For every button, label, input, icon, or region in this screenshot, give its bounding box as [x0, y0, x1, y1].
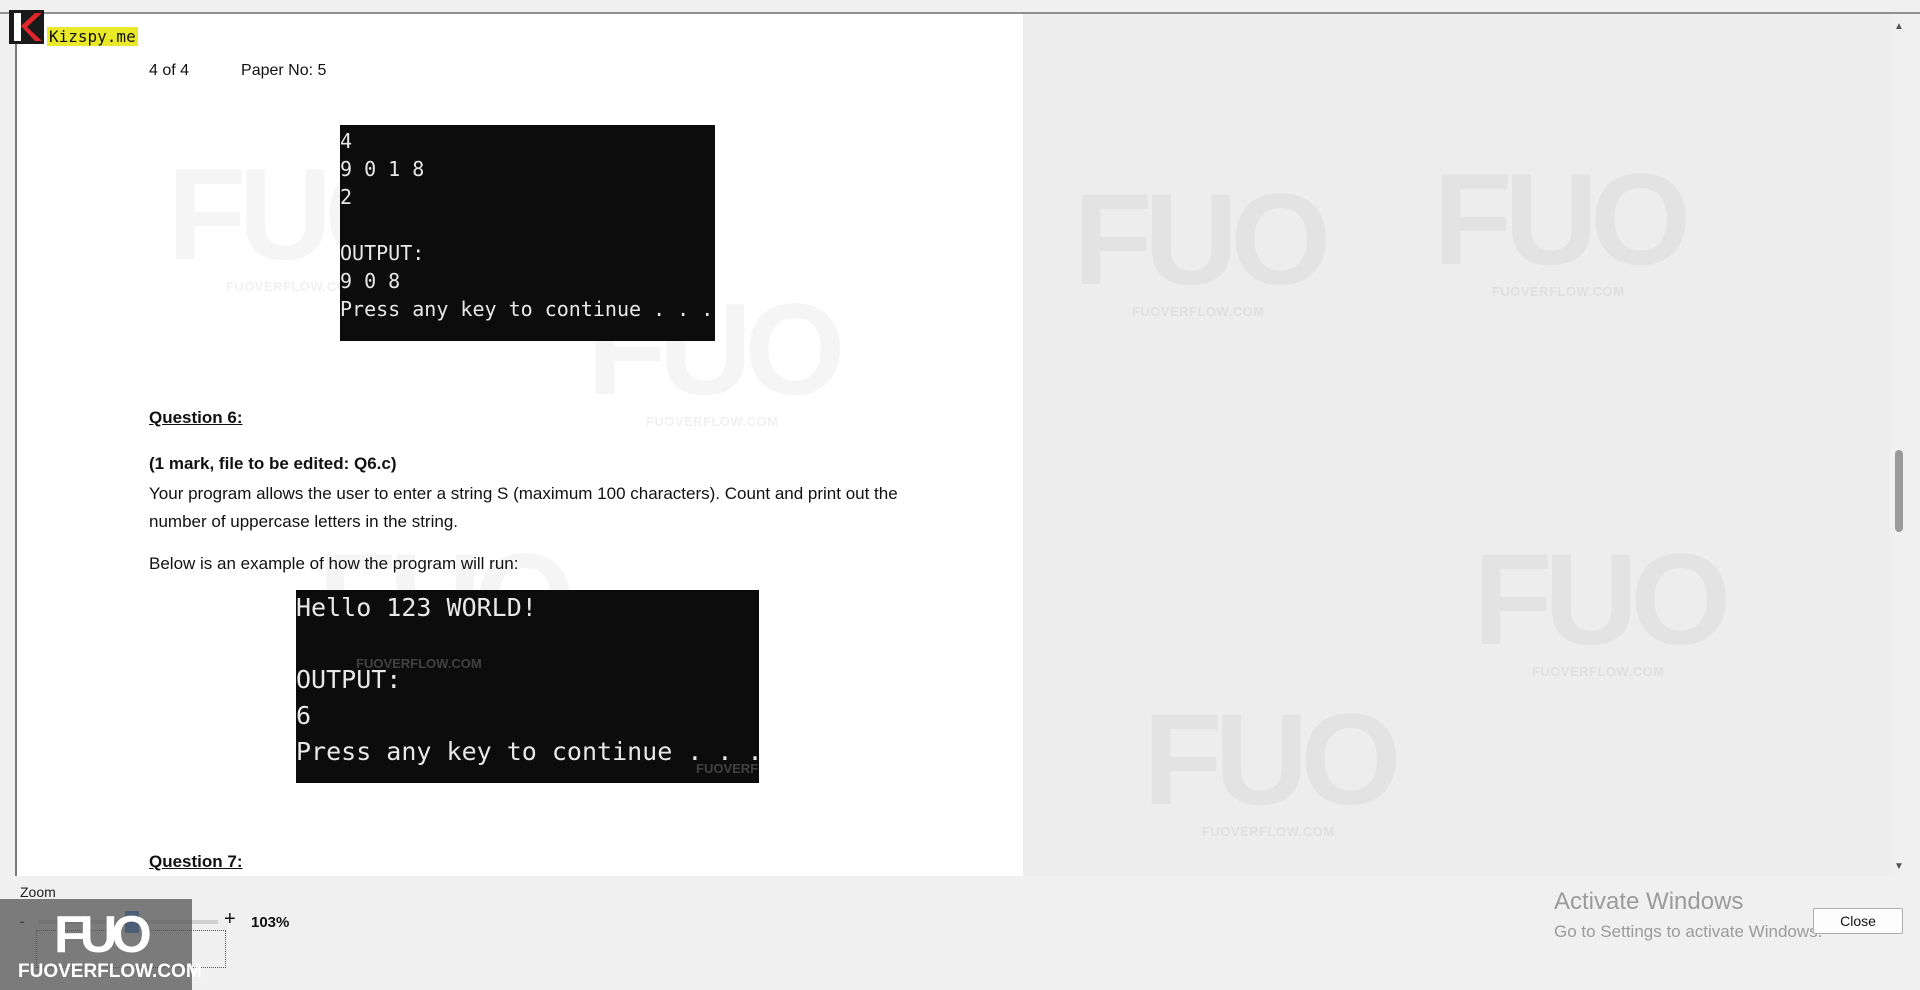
page-indicator: 4 of 4 — [149, 62, 190, 79]
zoom-in-button[interactable]: + — [224, 908, 236, 931]
question-6-marks: (1 mark, file to be edited: Q6.c) — [149, 454, 397, 473]
zoom-label: Zoom — [20, 884, 56, 900]
watermark-text: FUOVERFLOW.COM — [356, 656, 482, 671]
badge-site: FUOVERFLOW.COM — [18, 961, 202, 982]
question-7-title: Question 7: — [149, 852, 243, 871]
watermark: FUO FUOVERFLOW.COM — [1473, 534, 1731, 679]
watermark: FUO FUOVERFLOW.COM — [1433, 154, 1691, 299]
watermark-text: FUOVERFLOW.COM — [696, 761, 759, 776]
console-line: 6 — [296, 701, 312, 730]
console-line: 2 — [340, 185, 353, 209]
page-header: 4 of 4 Paper No: 5 — [149, 62, 326, 80]
close-button[interactable]: Close — [1813, 908, 1903, 934]
console-line: Hello 123 WORLD! — [296, 593, 537, 622]
console-line: Press any key to continue . . . — [340, 297, 714, 321]
document-page: FUO FUOVERFLOW.COM FUO FUOVERFLOW.COM FU… — [17, 14, 1023, 876]
scrollbar-thumb[interactable] — [1895, 450, 1903, 532]
console-line: OUTPUT: — [340, 241, 425, 265]
activate-windows-subtitle: Go to Settings to activate Windows. — [1554, 922, 1823, 941]
fuoverflow-badge: FUO FUOVERFLOW.COM — [0, 899, 202, 990]
viewer-background: FUO FUOVERFLOW.COM FUO FUOVERFLOW.COM FU… — [1023, 14, 1890, 876]
vertical-scrollbar[interactable]: ▲ ▼ — [1890, 14, 1908, 876]
scroll-up-arrow-icon[interactable]: ▲ — [1890, 18, 1908, 36]
k-logo-icon — [9, 10, 44, 44]
console-line: 4 — [340, 129, 353, 153]
console-line: Press any key to continue . . . — [296, 737, 759, 766]
console-output-example-1: 4 9 0 1 8 2 OUTPUT: 9 0 8 Press any key … — [340, 125, 715, 341]
question-6-title: Question 6: — [149, 408, 243, 427]
zoom-value: 103% — [251, 914, 290, 931]
scroll-down-arrow-icon[interactable]: ▼ — [1890, 858, 1908, 876]
activate-windows-title: Activate Windows — [1554, 888, 1744, 915]
badge-logo: FUO — [54, 906, 152, 964]
watermark: FUO FUOVERFLOW.COM — [1143, 694, 1401, 839]
site-label: Kizspy.me — [47, 27, 138, 46]
console-line: 9 0 1 8 — [340, 157, 425, 181]
console-output-example-2: Hello 123 WORLD! OUTPUT: 6 Press any key… — [296, 590, 759, 783]
console-line: 9 0 8 — [340, 269, 401, 293]
paper-number: Paper No: 5 — [241, 62, 327, 79]
watermark: FUO FUOVERFLOW.COM — [1073, 174, 1331, 319]
example-intro: Below is an example of how the program w… — [149, 554, 519, 573]
question-6-description: Your program allows the user to enter a … — [149, 484, 898, 531]
